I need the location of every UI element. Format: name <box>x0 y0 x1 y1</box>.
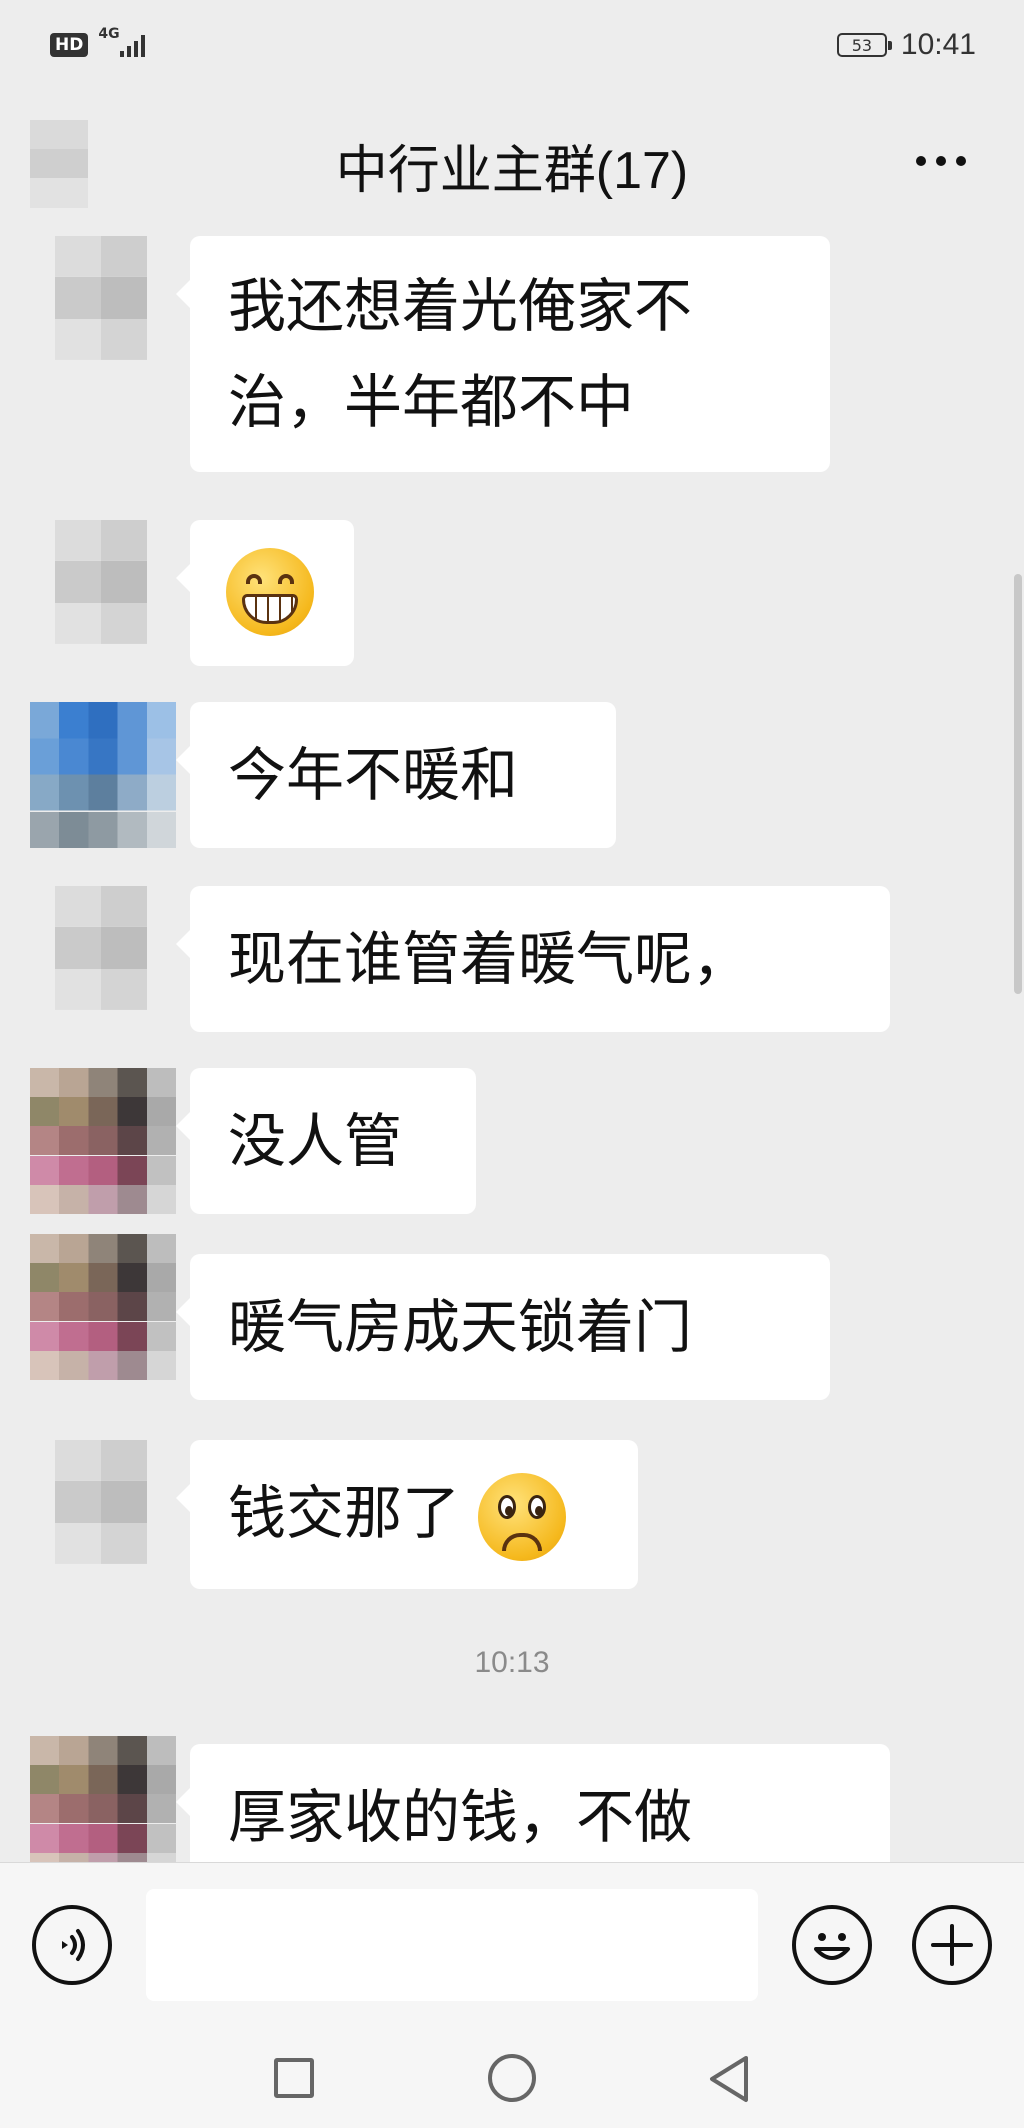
chat-title: 中行业主群(17) <box>335 141 689 200</box>
message-bubble[interactable]: 今年不暖和 <box>176 702 616 848</box>
message-text: 没人管 <box>228 1107 403 1175</box>
avatar[interactable] <box>30 1234 176 1380</box>
home-icon[interactable] <box>488 2054 536 2102</box>
message-bubble[interactable]: 暖气房成天锁着门 <box>176 1254 830 1400</box>
message-bubble[interactable]: 厚家收的钱，不做 <box>176 1744 890 1862</box>
plus-glyph <box>931 1924 973 1966</box>
navigation-bar <box>0 2022 1024 2128</box>
recent-apps-icon[interactable] <box>274 2058 314 2098</box>
message-text: 厚家收的钱，不做 <box>228 1783 693 1851</box>
message-text: 钱交那了 <box>228 1479 461 1547</box>
message-text: 现在谁管着暖气呢， <box>228 925 751 993</box>
avatar[interactable] <box>55 1440 147 1564</box>
hd-badge: HD <box>50 33 89 57</box>
message-input[interactable] <box>146 1889 758 2001</box>
avatar[interactable] <box>30 1736 176 1862</box>
status-left: HD 4G <box>50 27 184 63</box>
avatar[interactable] <box>55 520 147 644</box>
message-bubble[interactable]: 我还想着光俺家不 治，半年都不中 <box>176 236 830 472</box>
more-icon[interactable] <box>916 156 966 166</box>
scrollbar[interactable] <box>1014 574 1022 994</box>
avatar[interactable] <box>55 886 147 1010</box>
grinning-face-emoji <box>226 548 314 636</box>
smiley-icon <box>814 1933 850 1960</box>
message-item: 厚家收的钱，不做 <box>0 1736 1024 1862</box>
voice-icon[interactable] <box>32 1905 112 1985</box>
sad-face-emoji <box>478 1472 567 1561</box>
emoji-icon[interactable] <box>792 1905 872 1985</box>
signal-icon: 4G <box>98 27 184 63</box>
network-type: 4G <box>98 26 120 42</box>
message-bubble[interactable]: 没人管 <box>176 1068 476 1214</box>
chat-header: 中行业主群(17) <box>0 110 1024 220</box>
timestamp: 10:13 <box>474 1646 550 1679</box>
status-right: 53 10:41 <box>836 28 976 62</box>
message-bubble[interactable] <box>176 520 354 666</box>
status-bar: HD 4G 53 10:41 <box>0 0 1024 90</box>
voice-icon-glyph <box>62 1929 85 1961</box>
clock: 10:41 <box>900 28 976 61</box>
input-bar <box>0 1862 1024 2022</box>
message-bubble[interactable]: 钱交那了 <box>176 1440 638 1589</box>
back-icon[interactable] <box>706 2054 752 2104</box>
signal-bars <box>120 33 146 57</box>
message-text: 暖气房成天锁着门 <box>228 1293 693 1361</box>
message-text: 治，半年都不中 <box>228 368 635 436</box>
header-avatar <box>30 120 88 208</box>
plus-icon[interactable] <box>912 1905 992 1985</box>
avatar[interactable] <box>55 236 147 360</box>
message-text: 我还想着光俺家不 <box>228 272 693 340</box>
avatar[interactable] <box>30 1068 176 1214</box>
message-bubble[interactable]: 现在谁管着暖气呢， <box>176 886 890 1032</box>
avatar[interactable] <box>30 702 176 848</box>
battery-icon: 53 <box>836 33 892 57</box>
message-text: 今年不暖和 <box>228 741 519 809</box>
